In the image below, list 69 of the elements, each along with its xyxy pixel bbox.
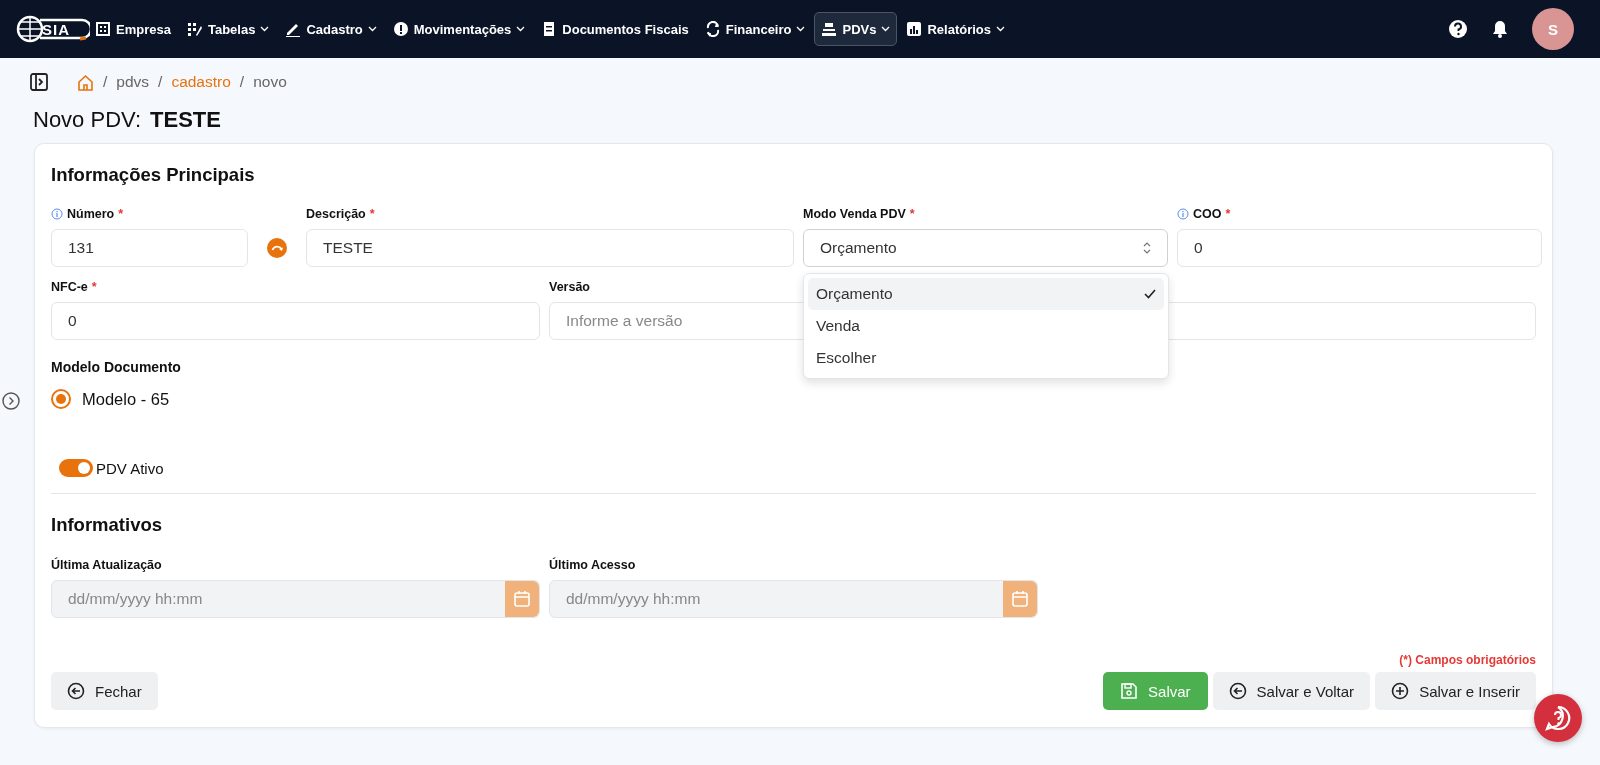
select-field[interactable]: Orçamento: [803, 229, 1168, 267]
nav-menu-item[interactable]: Financeiro: [697, 12, 813, 46]
nav-menu-item[interactable]: Cadastro: [278, 12, 384, 46]
required-mark: *: [91, 280, 97, 294]
calendar-button[interactable]: [505, 581, 539, 617]
up-down-chevron-icon: [1143, 242, 1151, 254]
text-field[interactable]: TESTE: [306, 229, 794, 267]
breadcrumb-separator: /: [239, 73, 245, 91]
breadcrumb-item: pdvs: [116, 73, 150, 91]
expand-icon[interactable]: [2, 392, 20, 410]
text-field[interactable]: 0: [51, 302, 540, 340]
cycle-arrows-icon: [704, 21, 721, 37]
field-label: Descrição: [306, 207, 366, 221]
action-button[interactable]: Salvar e Voltar: [1212, 672, 1371, 710]
calendar-icon: [1011, 590, 1029, 608]
bell-icon[interactable]: [1490, 19, 1510, 39]
nav-menu-item[interactable]: Relatórios: [899, 12, 1013, 46]
sidebar-toggle-icon[interactable]: [30, 73, 48, 91]
field-label: NFC-e: [51, 280, 88, 294]
field-label: Modo Venda PDV: [803, 207, 906, 221]
text-field[interactable]: 0: [1177, 229, 1542, 267]
plus-icon: [1391, 682, 1410, 700]
home-icon[interactable]: [77, 73, 94, 91]
nav-menu-item[interactable]: PDVs: [814, 12, 898, 46]
help-icon[interactable]: [1448, 19, 1468, 39]
action-button[interactable]: Salvar e Inserir: [1375, 672, 1536, 710]
dropdown-option[interactable]: Escolher: [808, 342, 1164, 374]
check-icon: [1144, 289, 1156, 299]
calendar-button[interactable]: [1003, 581, 1037, 617]
logo-text: SIA: [42, 20, 70, 38]
bar-chart-icon: [906, 21, 923, 37]
section-title: Informações Principais: [51, 164, 256, 187]
required-mark: *: [118, 207, 124, 221]
nav-menu-item[interactable]: Empresa: [88, 12, 178, 46]
page-title-name: TESTE: [150, 107, 221, 134]
save-icon: [1120, 682, 1139, 700]
building-icon: [95, 21, 111, 37]
nav-menu-item[interactable]: Documentos Fiscais: [534, 12, 696, 46]
required-mark: *: [369, 207, 375, 221]
text-field[interactable]: 131: [51, 229, 248, 267]
toggle-switch[interactable]: [59, 459, 93, 477]
group-label: Modelo Documento: [51, 359, 182, 375]
field-label: Última Atualização: [51, 558, 162, 572]
pencil-icon: [285, 21, 302, 37]
field-label: Número: [67, 207, 115, 221]
required-fields-note: (*) Campos obrigatórios: [1398, 653, 1536, 667]
refresh-icon[interactable]: [267, 238, 287, 258]
help-chat-button[interactable]: [1534, 694, 1582, 742]
exclamation-icon: [392, 21, 409, 37]
action-button[interactable]: Fechar: [51, 672, 158, 710]
required-mark: *: [1225, 207, 1231, 221]
radio-button[interactable]: [51, 389, 71, 409]
logo-icon: [16, 14, 90, 44]
radio-label: Modelo - 65: [82, 389, 170, 409]
field-label: Versão: [549, 280, 590, 294]
grid-icon: [186, 21, 203, 37]
nav-menu-item[interactable]: Tabelas: [179, 12, 277, 46]
field-label: COO: [1193, 207, 1222, 221]
toggle-label: PDV Ativo: [96, 459, 164, 477]
field-label: Último Acesso: [549, 558, 636, 572]
dropdown-option[interactable]: Orçamento: [808, 278, 1164, 310]
required-mark: *: [909, 207, 915, 221]
page-title-label: Novo PDV:: [33, 107, 141, 134]
breadcrumb-separator: /: [103, 73, 108, 91]
calendar-icon: [513, 590, 531, 608]
nav-menu-item[interactable]: Movimentações: [385, 12, 533, 46]
breadcrumb-separator: /: [158, 73, 163, 91]
breadcrumb-item: novo: [253, 73, 287, 91]
section-title: Informativos: [51, 514, 164, 537]
